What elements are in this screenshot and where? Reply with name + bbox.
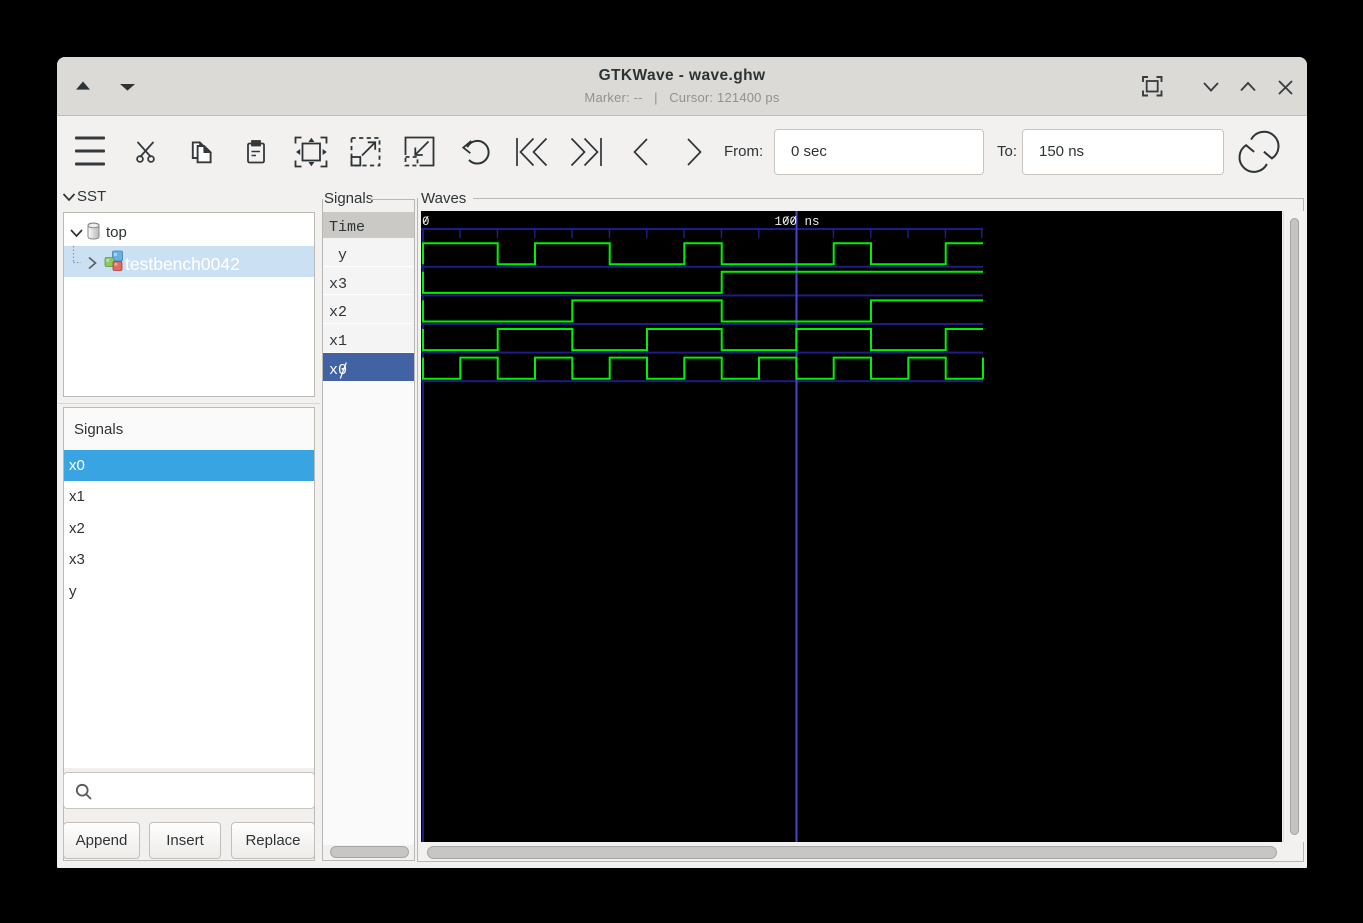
svg-text:100 ns: 100 ns bbox=[774, 215, 819, 229]
svg-text:0: 0 bbox=[422, 215, 430, 229]
